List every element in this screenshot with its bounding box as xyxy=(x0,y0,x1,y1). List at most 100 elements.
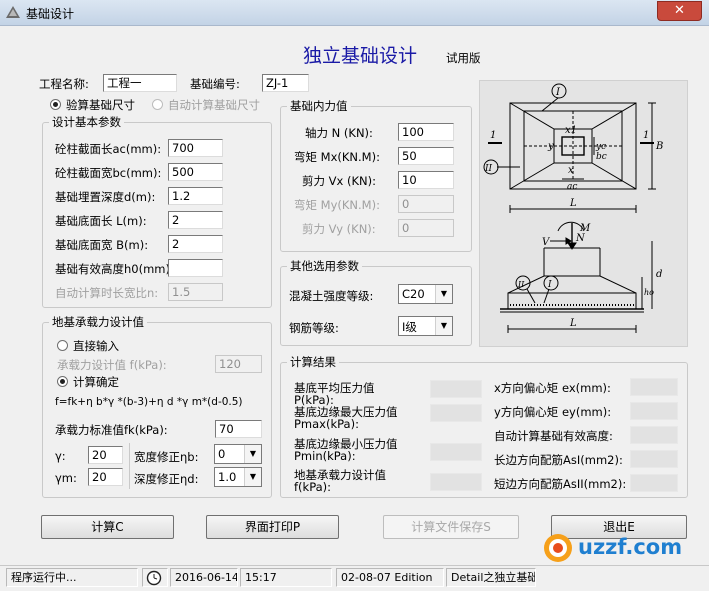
depth-label: 基础埋置深度d(m): xyxy=(55,190,156,204)
rebar-grade-select[interactable]: I级 ▼ xyxy=(398,316,453,336)
eta-b-label: 宽度修正ηb: xyxy=(134,450,199,464)
chevron-down-icon[interactable]: ▼ xyxy=(244,468,261,486)
depth-input[interactable]: 1.2 xyxy=(168,187,223,205)
ex-value xyxy=(630,378,678,396)
chevron-down-icon[interactable]: ▼ xyxy=(435,285,452,303)
eta-d-select[interactable]: 1.0 ▼ xyxy=(214,467,262,487)
diagram-label-x1: x1 xyxy=(565,125,577,136)
axial-force-label: 轴力 N (KN): xyxy=(305,126,373,140)
project-code-label: 基础编号: xyxy=(190,77,240,91)
diagram-label-I: I xyxy=(555,87,561,98)
direct-input-radio[interactable] xyxy=(57,340,68,351)
chevron-down-icon[interactable]: ▼ xyxy=(435,317,452,335)
auto-size-radio[interactable] xyxy=(152,99,163,110)
title-bar[interactable]: 基础设计 ✕ xyxy=(0,0,709,26)
eta-b-value: 0 xyxy=(218,447,226,461)
calc-button[interactable]: 计算C xyxy=(41,515,174,539)
bearing-design-value xyxy=(430,473,482,491)
diagram-label-d: d xyxy=(656,269,662,280)
bc-label: 砼柱截面宽bc(mm): xyxy=(55,166,162,180)
diagram-label-V: V xyxy=(542,237,551,248)
as1-value xyxy=(630,450,678,468)
diagram-label-ho: ho xyxy=(644,288,654,297)
ac-input[interactable]: 700 xyxy=(168,139,223,157)
auto-h0-value xyxy=(630,426,678,444)
diagram-label-ac: ac xyxy=(567,182,577,192)
chevron-down-icon[interactable]: ▼ xyxy=(244,445,261,463)
concrete-grade-label: 混凝土强度等级: xyxy=(289,289,374,303)
gamma-input[interactable]: 20 xyxy=(88,446,123,464)
bc-input[interactable]: 500 xyxy=(168,163,223,181)
watermark-text: uzzf.com xyxy=(578,535,683,559)
close-icon: ✕ xyxy=(674,3,685,18)
app-icon xyxy=(6,6,20,18)
axial-force-input[interactable]: 100 xyxy=(398,123,454,141)
foundation-drawing: I II 1 1 x1 y yc bc x ac L B M N V ho d … xyxy=(483,83,663,333)
min-pressure-unit: Pmin(kPa): xyxy=(294,449,356,463)
close-button[interactable]: ✕ xyxy=(657,1,702,21)
base-width-input[interactable]: 2 xyxy=(168,235,223,253)
foundation-diagram: I II 1 1 x1 y yc bc x ac L B M N V ho d … xyxy=(479,80,688,347)
check-size-radio[interactable] xyxy=(50,99,61,110)
watermark-logo: uzzf.com xyxy=(538,530,706,564)
shear-y-input[interactable]: 0 xyxy=(398,219,454,237)
concrete-grade-select[interactable]: C20 ▼ xyxy=(398,284,453,304)
eta-b-select[interactable]: 0 ▼ xyxy=(214,444,262,464)
base-length-label: 基础底面长 L(m): xyxy=(55,214,147,228)
moment-x-input[interactable]: 50 xyxy=(398,147,454,165)
ex-label: x方向偏心矩 ex(mm): xyxy=(494,381,611,395)
ratio-input[interactable]: 1.5 xyxy=(168,283,223,301)
shear-y-label: 剪力 Vy (KN): xyxy=(302,222,376,236)
auto-h0-label: 自动计算基础有效高度: xyxy=(494,429,613,443)
window: 基础设计 ✕ 独立基础设计 试用版 工程名称: 工程一 基础编号: ZJ-1 验… xyxy=(0,0,709,591)
moment-x-label: 弯矩 Mx(KN.M): xyxy=(294,150,380,164)
project-name-label: 工程名称: xyxy=(39,77,89,91)
ey-label: y方向偏心矩 ey(mm): xyxy=(494,405,612,419)
diagram-label-II-section: II xyxy=(517,280,525,289)
eta-d-label: 深度修正ηd: xyxy=(134,472,199,486)
save-file-button[interactable]: 计算文件保存S xyxy=(383,515,519,539)
diagram-label-bc: bc xyxy=(596,152,607,162)
bearing-title: 地基承载力设计值 xyxy=(49,314,147,330)
base-length-input[interactable]: 2 xyxy=(168,211,223,229)
design-value-input[interactable]: 120 xyxy=(215,355,262,373)
moment-y-input[interactable]: 0 xyxy=(398,195,454,213)
moment-y-label: 弯矩 My(KN.M): xyxy=(294,198,380,212)
diagram-label-x: x xyxy=(568,165,574,176)
diagram-section-left: 1 xyxy=(490,130,496,141)
diagram-label-II: II xyxy=(484,164,493,174)
calc-determine-radio[interactable] xyxy=(57,376,68,387)
avg-pressure-value xyxy=(430,380,482,398)
std-value-label: 承载力标准值fk(kPa): xyxy=(55,423,168,437)
max-pressure-value xyxy=(430,404,482,422)
diagram-label-I-section: I xyxy=(547,280,552,290)
status-edition: 02-08-07 Edition xyxy=(336,568,444,587)
max-pressure-unit: Pmax(kPa): xyxy=(294,417,359,431)
gamma-label: γ: xyxy=(55,449,66,463)
diagram-label-y: y xyxy=(547,141,554,152)
page-title: 独立基础设计 xyxy=(303,45,418,67)
shear-x-input[interactable]: 10 xyxy=(398,171,454,189)
status-bar: 程序运行中... 2016-06-14 15:17 02-08-07 Editi… xyxy=(0,565,709,591)
gamma-m-input[interactable]: 20 xyxy=(88,468,123,486)
project-name-input[interactable]: 工程一 xyxy=(103,74,177,92)
status-detail: Detail之独立基础设计 xyxy=(446,568,536,587)
std-value-input[interactable]: 70 xyxy=(215,420,262,438)
min-pressure-value xyxy=(430,443,482,461)
diagram-label-N: N xyxy=(575,233,586,244)
h0-input[interactable] xyxy=(168,259,223,277)
print-button[interactable]: 界面打印P xyxy=(206,515,339,539)
project-code-input[interactable]: ZJ-1 xyxy=(262,74,309,92)
clock-icon xyxy=(142,568,168,587)
ac-label: 砼柱截面长ac(mm): xyxy=(55,142,162,156)
diagram-label-B: B xyxy=(655,141,663,152)
formula-text: f=fk+η b*γ *(b-3)+η d *γ m*(d-0.5) xyxy=(55,396,243,408)
status-text: 程序运行中... xyxy=(6,568,138,587)
status-date: 2016-06-14 xyxy=(170,568,238,587)
bearing-design-unit: f(kPa): xyxy=(294,480,332,494)
check-size-label: 验算基础尺寸 xyxy=(66,98,135,112)
as1-label: 长边方向配筋AsI(mm2): xyxy=(494,453,623,467)
design-value-label: 承载力设计值 f(kPa): xyxy=(57,358,167,372)
gamma-m-label: γm: xyxy=(55,471,77,485)
results-title: 计算结果 xyxy=(287,354,339,370)
